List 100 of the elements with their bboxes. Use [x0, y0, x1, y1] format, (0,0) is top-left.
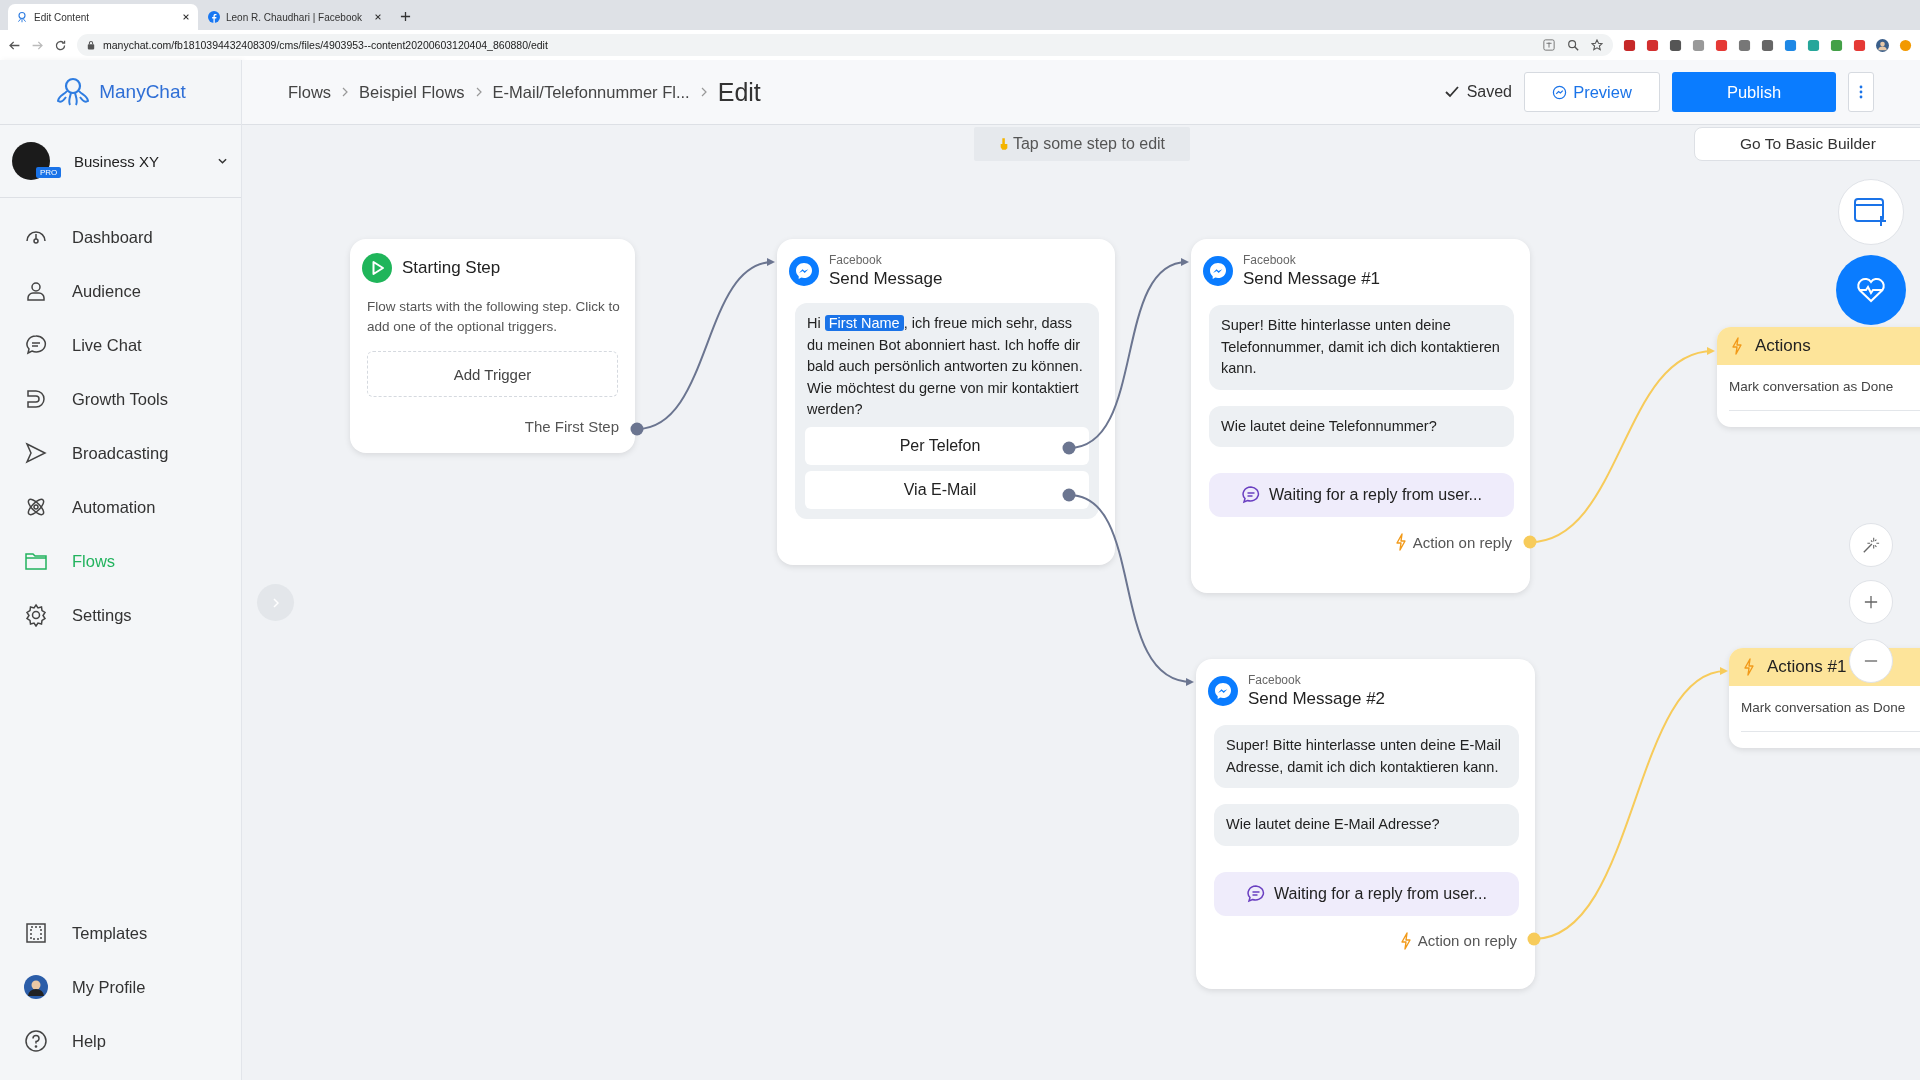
sidebar-item[interactable]: Templates — [0, 906, 241, 960]
node-title: Send Message #2 — [1248, 689, 1386, 709]
sidebar-item[interactable]: Automation — [0, 480, 241, 534]
chevron-right-icon — [475, 87, 482, 97]
chat-icon — [24, 333, 48, 357]
chevron-down-icon — [218, 158, 227, 164]
octopus-icon — [16, 11, 28, 23]
sidebar-item[interactable]: Live Chat — [0, 318, 241, 372]
reply-button[interactable]: Via E-Mail — [805, 470, 1089, 509]
breadcrumb-link[interactable]: Beispiel Flows — [359, 82, 465, 102]
message-bubble: Wie lautet deine E-Mail Adresse? — [1214, 804, 1519, 846]
extension-icon[interactable] — [1646, 38, 1659, 52]
chat-bubble-icon — [1246, 883, 1267, 904]
publish-button[interactable]: Publish — [1672, 72, 1836, 112]
messenger-icon — [1203, 256, 1233, 286]
message-bubble: Super! Bitte hinterlasse unten deine Telefonnummer, damit ich dich kontaktieren kann. — [1209, 305, 1514, 390]
gear-icon — [24, 603, 48, 627]
help-icon — [24, 1029, 48, 1053]
messenger-icon — [1552, 84, 1568, 100]
channel-label: Facebook — [1248, 673, 1302, 687]
zoom-icon[interactable] — [1567, 39, 1579, 51]
pro-badge: PRO — [36, 167, 62, 178]
new-tab-icon[interactable] — [400, 11, 411, 22]
node-title: Actions #1 — [1767, 657, 1847, 677]
start-node-card[interactable]: Starting Step Flow starts with the following step. Click to add one of the optional triggers. Add Trigger The First Step — [350, 239, 635, 453]
browser-tab[interactable]: Leon R. Chaudhari | Facebook — [200, 4, 390, 30]
plus-icon — [1864, 595, 1878, 609]
sidebar-item[interactable]: My Profile — [0, 960, 241, 1014]
sidebar-item[interactable]: Settings — [0, 588, 241, 642]
sidebar-item[interactable]: Broadcasting — [0, 426, 241, 480]
lock-icon — [87, 40, 95, 50]
breadcrumb-link[interactable]: Flows — [288, 82, 332, 102]
port-dot[interactable] — [1527, 932, 1541, 946]
person-icon — [24, 279, 48, 303]
page-title: Edit — [717, 77, 761, 107]
octopus-logo-icon — [55, 76, 92, 108]
add-trigger-button[interactable]: Add Trigger — [367, 351, 618, 397]
update-dot-icon[interactable] — [1899, 38, 1912, 52]
port-dot[interactable] — [1062, 488, 1076, 502]
message-bubble: Super! Bitte hinterlasse unten deine E-Mail Adresse, damit ich dich kontaktieren kann. — [1214, 725, 1519, 788]
chevron-right-icon — [700, 87, 707, 97]
port-dot[interactable] — [630, 422, 644, 436]
message-node-card[interactable]: Facebook Send Message #2 Super! Bitte hinterlasse unten deine E-Mail Adresse, damit ich dich kontaktieren kann. Wie lautet deine E-Mail Adresse? Waiting for a reply from user... Action on reply — [1196, 659, 1535, 989]
more-icon — [1859, 85, 1863, 99]
play-icon — [362, 253, 392, 283]
node-title: Send Message #1 — [1243, 269, 1381, 289]
sidebar-item[interactable]: Growth Tools — [0, 372, 241, 426]
address-bar[interactable]: manychat.com/fb1810394432408309/cms/files/4903953--content20200603120404_860880/edit — [77, 34, 1613, 56]
close-icon[interactable] — [182, 13, 190, 21]
sidebar-item[interactable]: Dashboard — [0, 210, 241, 264]
lightning-icon — [1743, 658, 1755, 676]
star-icon[interactable] — [1591, 39, 1603, 51]
sidebar-item[interactable]: Audience — [0, 264, 241, 318]
messenger-icon — [1208, 676, 1238, 706]
lightning-icon — [1394, 533, 1407, 551]
extension-icon[interactable] — [1715, 38, 1728, 52]
basic-builder-button[interactable]: Go To Basic Builder — [1694, 127, 1920, 161]
message-node-card[interactable] — [777, 239, 1115, 565]
extension-icon[interactable] — [1784, 38, 1797, 52]
extension-icon[interactable] — [1669, 38, 1682, 52]
channel-label: Facebook — [1243, 253, 1297, 267]
extension-icon[interactable] — [1761, 38, 1774, 52]
sidebar-item[interactable]: Help — [0, 1014, 241, 1068]
pointing-hand-icon — [998, 137, 1009, 151]
account-switcher[interactable]: PRO Business XY — [0, 125, 241, 198]
zoom-in-button[interactable] — [1849, 580, 1893, 624]
output-label: Action on reply — [1412, 533, 1512, 551]
extension-icon[interactable] — [1853, 38, 1866, 52]
message-node-card[interactable]: Facebook Send Message #1 Super! Bitte hinterlasse unten deine Telefonnummer, damit ich dich kontaktieren kann. Wie lautet deine Telefonnummer? Waiting for a reply from user... Action on reply — [1191, 239, 1530, 593]
brand-name: ManyChat — [99, 81, 186, 103]
translate-icon[interactable] — [1543, 39, 1555, 51]
browser-tab[interactable]: Edit Content — [8, 4, 198, 30]
port-dot[interactable] — [1062, 441, 1076, 455]
output-label: Action on reply — [1417, 932, 1517, 949]
node-description: Flow starts with the following step. Click to add one of the optional triggers. — [367, 298, 621, 336]
reply-button[interactable]: Per Telefon — [805, 426, 1089, 465]
breadcrumb-link[interactable]: E-Mail/Telefonnummer Fl... — [492, 82, 690, 102]
node-title: Send Message — [829, 269, 943, 289]
extension-icon[interactable] — [1623, 38, 1636, 52]
extension-icon[interactable] — [1830, 38, 1843, 52]
chat-bubble-icon — [1241, 485, 1262, 505]
node-title: Starting Step — [402, 258, 501, 278]
lightning-icon — [1399, 931, 1412, 950]
heartbeat-icon — [1856, 277, 1886, 303]
node-title: Actions — [1755, 336, 1811, 356]
check-icon — [1444, 86, 1459, 98]
magnet-icon — [24, 387, 48, 411]
reload-icon[interactable] — [54, 38, 67, 52]
extension-icon[interactable] — [1738, 38, 1751, 52]
profile-avatar-icon[interactable] — [1876, 38, 1889, 52]
magic-wand-icon — [1862, 536, 1880, 554]
lightning-icon — [1731, 337, 1743, 355]
add-window-icon — [1854, 197, 1888, 227]
waiting-text: Waiting for a reply from user... — [1274, 884, 1487, 903]
port-dot[interactable] — [1523, 535, 1537, 549]
preview-button[interactable]: Preview — [1524, 72, 1660, 112]
save-status: Saved — [1466, 83, 1512, 101]
avatar-icon — [24, 975, 48, 999]
close-icon[interactable] — [374, 13, 382, 21]
output-label: The First Step — [524, 418, 619, 435]
